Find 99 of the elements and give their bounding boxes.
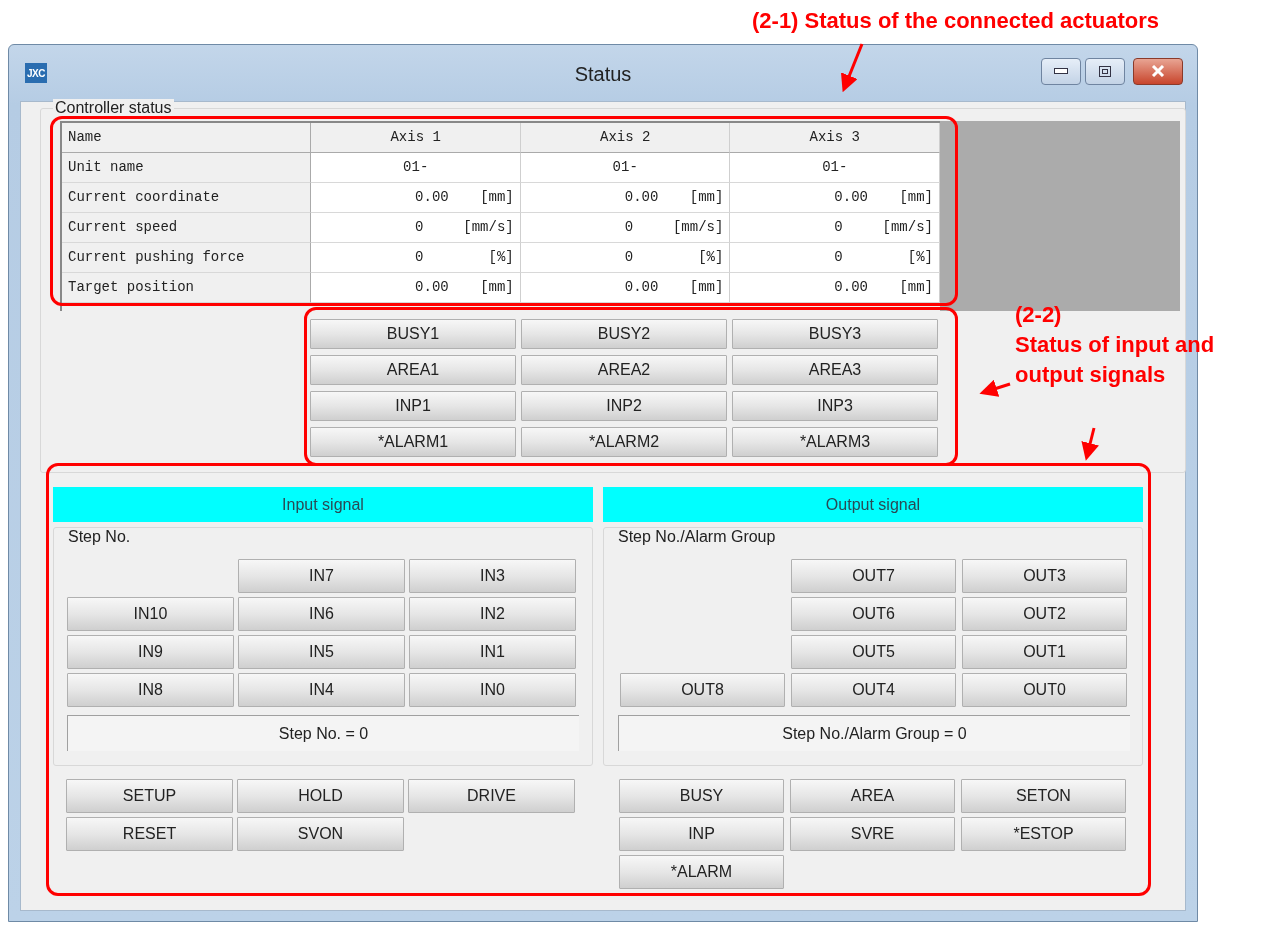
signal-button[interactable]: OUT8	[620, 673, 785, 707]
window-title: Status	[574, 63, 632, 85]
signal-button[interactable]: OUT7	[791, 559, 956, 593]
row-label: Unit name	[62, 153, 312, 183]
callout-label: (2-2)	[1015, 301, 1063, 329]
column-header: Axis 1	[311, 123, 521, 153]
column-header: Name	[62, 123, 312, 153]
signal-button[interactable]: HOLD	[237, 779, 404, 813]
cell-value: 0	[624, 218, 634, 237]
signal-button[interactable]: IN8	[67, 673, 234, 707]
maximize-icon	[1099, 65, 1111, 77]
signal-button[interactable]: SVON	[237, 817, 404, 851]
signal-button[interactable]: BUSY2	[521, 319, 727, 349]
signal-button[interactable]: INP2	[521, 391, 727, 421]
unit-label: [mm]	[899, 188, 933, 207]
cell-value: 0.00	[415, 278, 449, 297]
signal-button[interactable]: OUT2	[962, 597, 1127, 631]
signal-button[interactable]: IN2	[409, 597, 576, 631]
signal-button[interactable]: BUSY	[619, 779, 784, 813]
minimize-icon	[1054, 68, 1068, 74]
cell-value: 0	[834, 248, 843, 267]
signal-button[interactable]: DRIVE	[408, 779, 575, 813]
signal-button[interactable]: OUT3	[962, 559, 1127, 593]
signal-button[interactable]: AREA	[790, 779, 955, 813]
callout-text: (2-1) Status of the connected actuators	[752, 7, 1160, 35]
signal-button[interactable]: OUT5	[791, 635, 956, 669]
column-header: Axis 3	[730, 123, 940, 153]
signal-button[interactable]: IN10	[67, 597, 234, 631]
signal-button[interactable]: AREA3	[732, 355, 938, 385]
cell-value: 0.00	[624, 278, 659, 297]
callout-text: Status of input and output signals	[1015, 331, 1216, 389]
maximize-button[interactable]	[1085, 57, 1125, 85]
step-display: Step No. = 0	[67, 715, 579, 751]
signal-button[interactable]: *ALARM1	[310, 427, 516, 457]
group-label: Step No.	[67, 528, 132, 546]
close-icon	[1151, 65, 1165, 77]
signal-button[interactable]: BUSY3	[732, 319, 938, 349]
signal-button[interactable]: BUSY1	[310, 319, 516, 349]
signal-button[interactable]: INP1	[310, 391, 516, 421]
unit-label: [%]	[907, 248, 933, 267]
table-cell: 01-	[520, 153, 731, 183]
panel-header: Input signal	[53, 487, 593, 522]
unit-label: [mm]	[689, 188, 724, 207]
signal-button[interactable]: AREA1	[310, 355, 516, 385]
signal-button[interactable]: IN0	[409, 673, 576, 707]
cell-value: 0.00	[624, 188, 659, 207]
signal-button[interactable]: IN1	[409, 635, 576, 669]
row-label: Current coordinate	[62, 183, 312, 213]
signal-button[interactable]: IN6	[238, 597, 405, 631]
signal-button[interactable]: *ALARM3	[732, 427, 938, 457]
signal-button[interactable]: INP3	[732, 391, 938, 421]
cell-value: 0.00	[415, 188, 449, 207]
signal-button[interactable]: IN7	[238, 559, 405, 593]
cell-value: 0	[415, 218, 424, 237]
cell-value: 0	[624, 248, 634, 267]
signal-button[interactable]: IN9	[67, 635, 234, 669]
signal-button[interactable]: *ESTOP	[961, 817, 1126, 851]
panel-header: Output signal	[603, 487, 1143, 522]
signal-button[interactable]: SETON	[961, 779, 1126, 813]
signal-button[interactable]: IN5	[238, 635, 405, 669]
callout-arrow	[1081, 427, 1099, 461]
callout-arrow	[841, 43, 864, 93]
column-header: Axis 2	[520, 123, 731, 153]
signal-button[interactable]: *ALARM2	[521, 427, 727, 457]
unit-label: [mm]	[899, 278, 933, 297]
unit-label: [mm]	[689, 278, 724, 297]
row-label: Current speed	[62, 213, 312, 243]
app-logo: JXC	[25, 63, 47, 83]
unit-label: [mm/s]	[882, 218, 933, 237]
signal-button[interactable]: OUT1	[962, 635, 1127, 669]
signal-button[interactable]: OUT6	[791, 597, 956, 631]
row-label: Current pushing force	[62, 243, 312, 273]
signal-button[interactable]: SVRE	[790, 817, 955, 851]
signal-button[interactable]: *ALARM	[619, 855, 784, 889]
signal-button[interactable]: RESET	[66, 817, 233, 851]
table-cell: 01-	[730, 153, 940, 183]
signal-button[interactable]: SETUP	[66, 779, 233, 813]
step-display: Step No./Alarm Group = 0	[618, 715, 1130, 751]
unit-label: [%]	[488, 248, 514, 267]
minimize-button[interactable]	[1041, 57, 1081, 85]
signal-button[interactable]: INP	[619, 817, 784, 851]
signal-button[interactable]: IN4	[238, 673, 405, 707]
signal-button[interactable]: AREA2	[521, 355, 727, 385]
group-label: Step No./Alarm Group	[617, 528, 777, 546]
cell-value: 0	[834, 218, 843, 237]
cell-value: 0.00	[834, 188, 868, 207]
unit-label: [mm]	[480, 278, 514, 297]
signal-button[interactable]: IN3	[409, 559, 576, 593]
cell-value: 0.00	[834, 278, 868, 297]
callout-arrow	[979, 379, 1011, 397]
signal-button[interactable]: OUT4	[791, 673, 956, 707]
table-cell: 01-	[311, 153, 521, 183]
close-button[interactable]	[1133, 57, 1183, 85]
unit-label: [mm/s]	[672, 218, 724, 237]
unit-label: [mm]	[480, 188, 514, 207]
unit-label: [mm/s]	[463, 218, 514, 237]
cell-value: 0	[415, 248, 424, 267]
unit-label: [%]	[698, 248, 724, 267]
signal-button[interactable]: OUT0	[962, 673, 1127, 707]
